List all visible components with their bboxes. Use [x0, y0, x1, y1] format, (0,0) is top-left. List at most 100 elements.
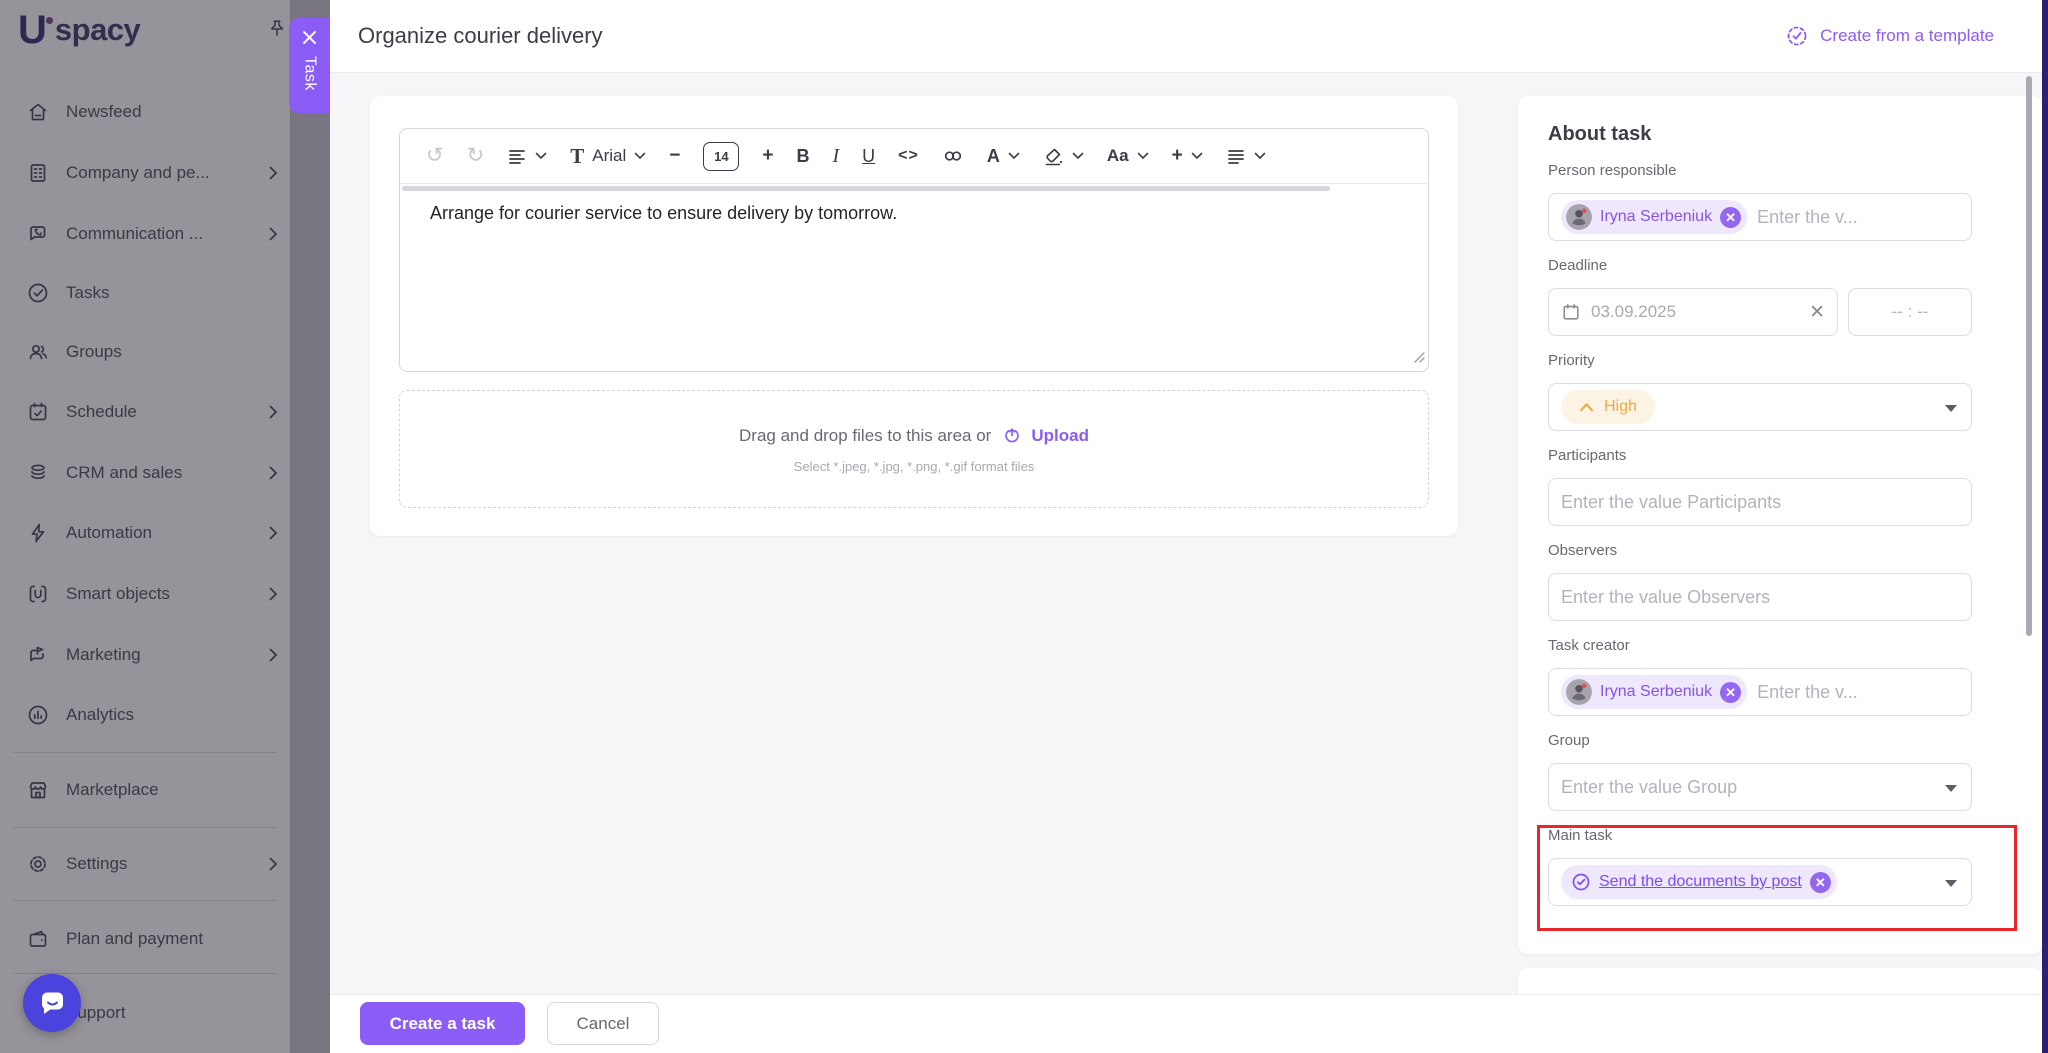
decrease-font-button[interactable]: − [669, 145, 680, 167]
underline-button[interactable]: U [862, 146, 875, 167]
redo-button[interactable]: ↻ [467, 146, 485, 166]
toolbar-hscrollbar[interactable] [402, 186, 1330, 191]
create-from-template-link[interactable]: Create from a template [1785, 0, 1994, 72]
dropdown-caret-icon [1945, 880, 1957, 887]
group-placeholder: Enter the value Group [1561, 777, 1737, 798]
upload-label: Upload [1031, 426, 1089, 446]
file-dropzone[interactable]: Drag and drop files to this area or Uplo… [399, 390, 1429, 508]
template-check-icon [1785, 24, 1809, 48]
bold-button[interactable]: B [796, 146, 809, 167]
group-label: Group [1548, 732, 1972, 749]
main-task-chip: Send the documents by post ✕ [1561, 865, 1837, 899]
participants-label: Participants [1548, 447, 1972, 464]
person-chip: Iryna Serbeniuk ✕ [1561, 200, 1747, 234]
dropdown-caret-icon [1945, 405, 1957, 412]
dropzone-text: Drag and drop files to this area or [739, 426, 991, 446]
group-select[interactable]: Enter the value Group [1548, 763, 1972, 811]
task-creator-input[interactable]: Iryna Serbeniuk ✕ Enter the v... [1548, 668, 1972, 716]
creator-chip: Iryna Serbeniuk ✕ [1561, 675, 1747, 709]
person-responsible-placeholder: Enter the v... [1757, 207, 1858, 228]
modal-dim-overlay [0, 0, 330, 1053]
about-task-heading: About task [1548, 122, 1972, 146]
priority-select[interactable]: High [1548, 383, 1972, 431]
observers-input[interactable]: Enter the value Observers [1548, 573, 1972, 621]
modal-footer: Create a task Cancel [330, 995, 2048, 1053]
avatar [1566, 204, 1592, 230]
font-size-box[interactable]: 14 [703, 142, 739, 171]
highlight-icon [1043, 146, 1064, 167]
vertical-scrollbar[interactable] [2026, 76, 2032, 636]
remove-chip-icon[interactable]: ✕ [1720, 682, 1741, 703]
task-description-text[interactable]: Arrange for courier service to ensure de… [430, 203, 897, 224]
priority-label: Priority [1548, 352, 1972, 369]
observers-label: Observers [1548, 542, 1972, 559]
description-card: ↺ ↻ T Arial − 14 + B I [370, 96, 1458, 536]
undo-button[interactable]: ↺ [426, 146, 444, 166]
deadline-label: Deadline [1548, 257, 1972, 274]
rich-text-editor[interactable]: ↺ ↻ T Arial − 14 + B I [399, 128, 1429, 372]
remove-chip-icon[interactable]: ✕ [1720, 207, 1741, 228]
modal-header: Organize courier delivery Create from a … [330, 0, 2048, 72]
calendar-icon [1561, 302, 1581, 322]
justify-dropdown-button[interactable] [1226, 146, 1266, 166]
highlight-color-dropdown-button[interactable] [1043, 146, 1084, 167]
support-chat-button[interactable] [23, 974, 81, 1032]
upload-icon [1001, 425, 1023, 447]
participants-input[interactable]: Enter the value Participants [1548, 478, 1972, 526]
editor-toolbar: ↺ ↻ T Arial − 14 + B I [400, 129, 1428, 184]
screen: U spacy Newsfeed Company and pe... Commu… [0, 0, 2048, 1053]
main-task-select[interactable]: Send the documents by post ✕ [1548, 858, 1972, 906]
text-color-dropdown-button[interactable]: A [987, 146, 1020, 167]
increase-font-button[interactable]: + [762, 145, 773, 167]
clear-date-icon[interactable]: ✕ [1809, 301, 1825, 324]
main-task-label: Main task [1548, 827, 1972, 844]
dropdown-caret-icon [1945, 785, 1957, 792]
text-case-dropdown-button[interactable]: Aa [1107, 146, 1149, 166]
deadline-date-input[interactable]: 03.09.2025 ✕ [1548, 288, 1838, 336]
template-link-label: Create from a template [1820, 26, 1994, 46]
creator-chip-name: Iryna Serbeniuk [1600, 683, 1712, 701]
chevron-down-icon [535, 152, 547, 160]
main-task-link[interactable]: Send the documents by post [1599, 873, 1802, 891]
task-tab-label: Task [301, 56, 319, 91]
remove-chip-icon[interactable]: ✕ [1810, 872, 1831, 893]
link-button[interactable] [942, 146, 964, 166]
code-button[interactable]: <> [898, 147, 919, 165]
task-tab[interactable]: Task [289, 18, 330, 113]
align-dropdown-button[interactable] [507, 146, 547, 166]
font-style-dropdown-button[interactable]: T Arial [570, 144, 646, 169]
deadline-time-input[interactable]: -- : -- [1848, 288, 1972, 336]
avatar [1566, 679, 1592, 705]
resize-handle[interactable] [1414, 350, 1425, 368]
task-creator-placeholder: Enter the v... [1757, 682, 1858, 703]
chat-bubble-icon [37, 988, 67, 1018]
person-responsible-input[interactable]: Iryna Serbeniuk ✕ Enter the v... [1548, 193, 1972, 241]
link-icon [942, 146, 964, 166]
upload-button[interactable]: Upload [1001, 425, 1089, 447]
page-title: Organize courier delivery [358, 0, 603, 72]
deadline-date-value: 03.09.2025 [1591, 302, 1676, 322]
priority-high-icon [1579, 402, 1594, 412]
chevron-down-icon [1137, 152, 1149, 160]
person-chip-name: Iryna Serbeniuk [1600, 208, 1712, 226]
create-task-button[interactable]: Create a task [360, 1002, 525, 1045]
task-modal: Task Organize courier delivery Create fr… [330, 0, 2048, 1053]
priority-value: High [1604, 398, 1637, 416]
chevron-down-icon [1072, 152, 1084, 160]
close-icon[interactable] [303, 31, 316, 44]
person-responsible-label: Person responsible [1548, 162, 1972, 179]
window-edge-strip [2042, 0, 2048, 1053]
check-circle-icon [1571, 872, 1591, 892]
priority-chip: High [1561, 390, 1655, 424]
italic-button[interactable]: I [832, 145, 839, 168]
upload-format-hint: Select *.jpeg, *.jpg, *.png, *.gif forma… [794, 459, 1035, 474]
chevron-down-icon [1254, 152, 1266, 160]
observers-placeholder: Enter the value Observers [1561, 587, 1770, 608]
chevron-down-icon [1191, 152, 1203, 160]
deadline-time-value: -- : -- [1892, 302, 1929, 322]
chevron-down-icon [1008, 152, 1020, 160]
cancel-button[interactable]: Cancel [547, 1002, 659, 1045]
insert-dropdown-button[interactable]: + [1172, 145, 1203, 167]
align-justify-icon [1226, 146, 1246, 166]
align-left-icon [507, 146, 527, 166]
